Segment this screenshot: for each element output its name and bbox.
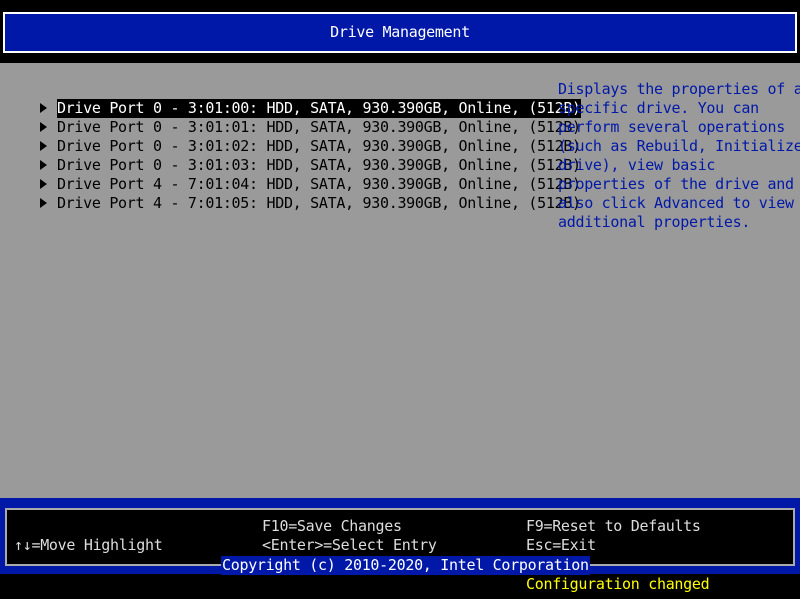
drive-item-label: Drive Port 4 - 7:01:05: HDD, SATA, 930.3… — [56, 194, 581, 212]
help-line: properties of the drive and — [558, 175, 794, 193]
select-entry-hint[interactable]: <Enter>=Select Entry — [262, 536, 437, 555]
help-line: Displays the properties of a — [558, 80, 800, 98]
status-message: Configuration changed — [526, 575, 710, 593]
drive-item-2[interactable]: Drive Port 0 - 3:01:02: HDD, SATA, 930.3… — [5, 118, 581, 155]
header-bar: Drive Management — [0, 0, 800, 63]
help-text: Displays the properties of a specific dr… — [558, 80, 800, 232]
help-line: also click Advanced to view — [558, 194, 794, 212]
move-highlight-hint: ↑↓=Move Highlight — [14, 536, 163, 554]
help-line: drive), view basic — [558, 156, 716, 174]
drive-item-0[interactable]: Drive Port 0 - 3:01:00: HDD, SATA, 930.3… — [5, 80, 581, 118]
copyright-text: Copyright (c) 2010-2020, Intel Corporati… — [221, 556, 590, 575]
drive-item-5[interactable]: Drive Port 4 - 7:01:05: HDD, SATA, 930.3… — [5, 175, 581, 212]
exit-hint[interactable]: Esc=Exit — [526, 536, 596, 555]
arrow-right-icon — [39, 197, 47, 208]
help-line: perform several operations — [558, 118, 786, 136]
help-line: specific drive. You can — [558, 99, 759, 117]
drive-item-3[interactable]: Drive Port 0 - 3:01:03: HDD, SATA, 930.3… — [5, 137, 581, 174]
drive-item-1[interactable]: Drive Port 0 - 3:01:01: HDD, SATA, 930.3… — [5, 99, 581, 136]
save-changes-hint[interactable]: F10=Save Changes — [262, 517, 402, 536]
page-title: Drive Management — [3, 12, 797, 53]
reset-defaults-hint[interactable]: F9=Reset to Defaults — [526, 517, 701, 536]
help-line: (such as Rebuild, Initialize — [558, 137, 800, 155]
help-line: additional properties. — [558, 213, 751, 231]
drive-item-4[interactable]: Drive Port 4 - 7:01:04: HDD, SATA, 930.3… — [5, 156, 581, 193]
